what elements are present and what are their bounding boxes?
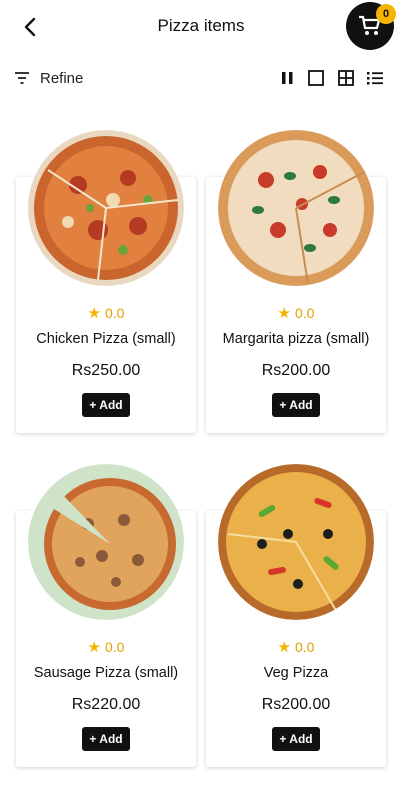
view-list-button[interactable] <box>365 68 385 88</box>
view-single-button[interactable] <box>306 68 326 88</box>
list-icon <box>367 72 383 85</box>
product-price: Rs220.00 <box>71 696 141 713</box>
product-name: Chicken Pizza (small) <box>36 331 176 347</box>
rating-value: 0.0 <box>294 305 315 321</box>
rating-value: 0.0 <box>104 305 125 321</box>
product-name: Margarita pizza (small) <box>222 331 370 347</box>
product-name: Veg Pizza <box>263 665 329 681</box>
view-two-column-button[interactable] <box>278 68 298 88</box>
app-header: Pizza items 0 <box>0 0 402 54</box>
pizza-image <box>218 130 374 286</box>
rating-value: 0.0 <box>104 639 125 655</box>
single-square-icon <box>308 70 324 86</box>
rating: ★ 0.0 <box>206 304 386 322</box>
refine-label: Refine <box>40 69 84 87</box>
add-to-cart-button[interactable]: + Add <box>272 727 320 751</box>
rating: ★ 0.0 <box>206 638 386 656</box>
add-to-cart-button[interactable]: + Add <box>272 393 320 417</box>
star-icon: ★ <box>277 639 291 656</box>
pause-columns-icon <box>282 72 293 84</box>
toolbar: Refine <box>0 64 402 92</box>
page-title: Pizza items <box>157 16 245 35</box>
pizza-image <box>218 464 374 620</box>
view-grid-button[interactable] <box>336 68 356 88</box>
add-to-cart-button[interactable]: + Add <box>82 727 130 751</box>
grid-2x2-icon <box>338 70 354 86</box>
rating: ★ 0.0 <box>16 304 196 322</box>
pizza-image <box>28 130 184 286</box>
product-price: Rs200.00 <box>261 696 331 713</box>
star-icon: ★ <box>87 305 101 322</box>
add-to-cart-button[interactable]: + Add <box>82 393 130 417</box>
pizza-image <box>28 464 184 620</box>
product-name: Sausage Pizza (small) <box>33 665 179 681</box>
refine-button[interactable]: Refine <box>14 66 83 90</box>
product-price: Rs200.00 <box>261 362 331 379</box>
rating: ★ 0.0 <box>16 638 196 656</box>
product-price: Rs250.00 <box>71 362 141 379</box>
rating-value: 0.0 <box>294 639 315 655</box>
cart-count-badge: 0 <box>376 4 396 24</box>
star-icon: ★ <box>87 639 101 656</box>
filter-lines-icon <box>15 72 29 84</box>
star-icon: ★ <box>277 305 291 322</box>
